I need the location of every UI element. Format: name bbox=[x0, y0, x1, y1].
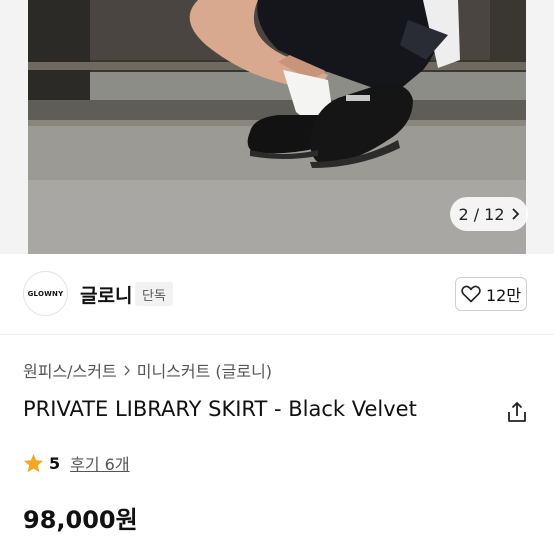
brand-logo[interactable]: GLOWNY bbox=[23, 271, 68, 316]
reviews-link[interactable]: 후기 6개 bbox=[70, 451, 129, 475]
product-price: 98,000원 bbox=[23, 506, 138, 534]
pager-text: 2 / 12 bbox=[458, 204, 505, 224]
section-divider bbox=[0, 334, 554, 335]
breadcrumb: 원피스/스커트 미니스커트 (글로니) bbox=[23, 358, 272, 382]
heart-outline-icon bbox=[461, 285, 481, 303]
rating-score: 5 bbox=[49, 453, 61, 473]
like-count: 12만 bbox=[485, 286, 522, 305]
breadcrumb-item-subcategory[interactable]: 미니스커트 (글로니) bbox=[137, 358, 272, 382]
star-icon bbox=[23, 453, 44, 473]
share-icon[interactable] bbox=[506, 400, 528, 424]
product-title: PRIVATE LIBRARY SKIRT - Black Velvet bbox=[23, 397, 417, 421]
brand-name[interactable]: 글로니 bbox=[80, 281, 132, 308]
exclusive-badge: 단독 bbox=[135, 282, 173, 306]
chevron-right-icon bbox=[124, 365, 130, 375]
like-button[interactable]: 12만 bbox=[455, 277, 527, 311]
product-image-carousel[interactable]: 2 / 12 bbox=[0, 0, 554, 254]
breadcrumb-item-category[interactable]: 원피스/스커트 bbox=[23, 358, 117, 382]
rating-summary: 5 후기 6개 bbox=[23, 451, 130, 475]
image-pager[interactable]: 2 / 12 bbox=[450, 197, 528, 231]
brand-logo-text: GLOWNY bbox=[27, 289, 64, 298]
chevron-right-icon bbox=[511, 208, 519, 220]
brand-row: GLOWNY 글로니 단독 12만 bbox=[0, 254, 554, 334]
